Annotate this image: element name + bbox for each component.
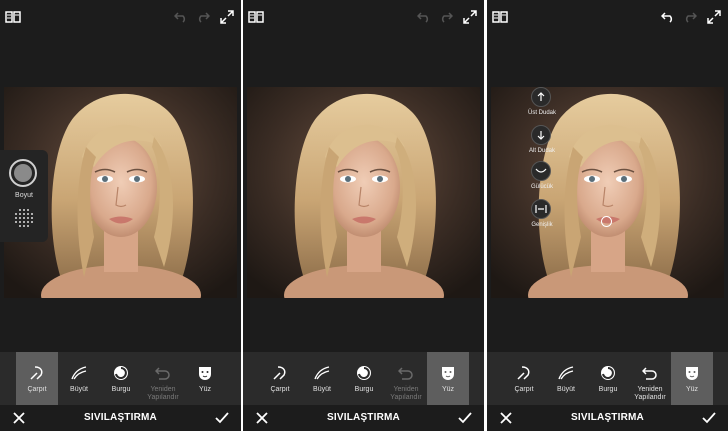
checkmark-icon[interactable] <box>214 411 230 425</box>
liquify-toolbar: Çarpıt Büyüt Burgu Yeniden Yapılandır Yüz <box>243 352 484 405</box>
top-bar <box>0 0 241 34</box>
swirl-icon <box>111 364 131 382</box>
warp-icon <box>514 364 534 382</box>
tool-buyut[interactable]: Büyüt <box>301 352 343 405</box>
expand-icon[interactable] <box>218 8 236 26</box>
smile-icon[interactable] <box>531 161 551 181</box>
editor-screen-2: Çarpıt Büyüt Burgu Yeniden Yapılandır Yüz… <box>243 0 484 431</box>
top-bar <box>243 0 484 34</box>
screen-title: SIVILAŞTIRMA <box>571 412 644 423</box>
tool-burgu[interactable]: Burgu <box>343 352 385 405</box>
action-bar: SIVILAŞTIRMA <box>0 405 241 431</box>
checkmark-icon[interactable] <box>457 411 473 425</box>
top-bar <box>487 0 728 34</box>
undo-icon[interactable] <box>659 8 677 26</box>
tool-buyut[interactable]: Büyüt <box>545 352 587 405</box>
tool-yeniden-yapilandir[interactable]: Yeniden Yapılandır <box>142 352 184 405</box>
bloat-icon <box>312 364 332 382</box>
face-icon <box>682 364 702 382</box>
bloat-icon <box>69 364 89 382</box>
warp-icon <box>27 364 47 382</box>
redo-icon[interactable] <box>681 8 699 26</box>
swirl-icon <box>598 364 618 382</box>
face-icon <box>438 364 458 382</box>
redo-icon[interactable] <box>194 8 212 26</box>
screen-title: SIVILAŞTIRMA <box>327 412 400 423</box>
liquify-toolbar: Çarpıt Büyüt Burgu Yeniden Yapılandır Yüz <box>0 352 241 405</box>
face-icon <box>195 364 215 382</box>
lower-lip-label: Alt Dudak <box>528 148 555 154</box>
expand-icon[interactable] <box>705 8 723 26</box>
checkmark-icon[interactable] <box>701 411 717 425</box>
screen-title: SIVILAŞTIRMA <box>84 412 157 423</box>
portrait-photo[interactable] <box>247 87 480 298</box>
smile-label: Gülücük <box>530 184 553 190</box>
undo-icon[interactable] <box>415 8 433 26</box>
reconstruct-icon <box>153 364 173 382</box>
tool-carpit[interactable]: Çarpıt <box>503 352 545 405</box>
editor-screen-1: Boyut Çarpıt Büyüt Burgu Yeniden Yapılan… <box>0 0 241 431</box>
upper-lip-label: Üst Dudak <box>527 110 556 116</box>
tool-yuz[interactable]: Yüz <box>671 352 713 405</box>
brush-side-panel: Boyut <box>0 150 48 242</box>
width-icon[interactable] <box>531 199 551 219</box>
mouth-handle[interactable] <box>601 216 612 227</box>
canvas[interactable] <box>243 34 484 352</box>
tool-yeniden-yapilandir[interactable]: Yeniden Yapılandır <box>629 352 671 405</box>
redo-icon[interactable] <box>437 8 455 26</box>
arrow-up-icon[interactable] <box>531 87 551 107</box>
brush-size-button[interactable] <box>9 159 37 187</box>
tool-buyut[interactable]: Büyüt <box>58 352 100 405</box>
book-icon[interactable] <box>491 8 509 26</box>
action-bar: SIVILAŞTIRMA <box>243 405 484 431</box>
book-icon[interactable] <box>4 8 22 26</box>
tool-carpit[interactable]: Çarpıt <box>259 352 301 405</box>
book-icon[interactable] <box>247 8 265 26</box>
liquify-toolbar: Çarpıt Büyüt Burgu Yeniden Yapılandır Yüz <box>487 352 728 405</box>
tool-burgu[interactable]: Burgu <box>100 352 142 405</box>
reconstruct-icon <box>640 364 660 382</box>
tool-yuz[interactable]: Yüz <box>184 352 226 405</box>
brush-size-label: Boyut <box>15 192 33 199</box>
portrait-photo[interactable] <box>491 87 724 298</box>
warp-icon <box>270 364 290 382</box>
swirl-icon <box>354 364 374 382</box>
editor-screen-3: Üst Dudak Alt Dudak Gülücük Genişlik Çar… <box>487 0 728 431</box>
expand-icon[interactable] <box>461 8 479 26</box>
undo-icon[interactable] <box>172 8 190 26</box>
reconstruct-icon <box>396 364 416 382</box>
brush-hardness-icon[interactable] <box>14 208 34 233</box>
tool-yeniden-yapilandir[interactable]: Yeniden Yapılandır <box>385 352 427 405</box>
canvas[interactable] <box>487 34 728 352</box>
tool-carpit[interactable]: Çarpıt <box>16 352 58 405</box>
arrow-down-icon[interactable] <box>531 125 551 145</box>
tool-burgu[interactable]: Burgu <box>587 352 629 405</box>
tool-yuz[interactable]: Yüz <box>427 352 469 405</box>
width-label: Genişlik <box>531 222 553 228</box>
bloat-icon <box>556 364 576 382</box>
action-bar: SIVILAŞTIRMA <box>487 405 728 431</box>
